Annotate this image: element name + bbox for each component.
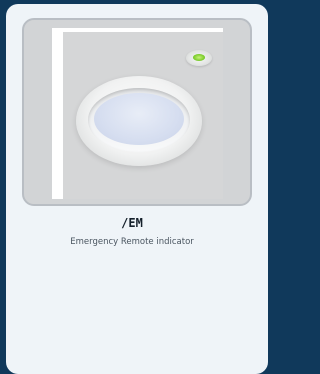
- green-indicator-led-icon: [186, 50, 212, 66]
- photo-edge-left: [52, 28, 63, 199]
- downlight-lamp-icon: [76, 76, 202, 166]
- product-description: Emergency Remote indicator: [70, 237, 194, 247]
- product-photo: [52, 28, 223, 199]
- product-card[interactable]: /EM Emergency Remote indicator: [6, 4, 268, 374]
- lamp-lens: [94, 93, 184, 145]
- photo-edge-top: [52, 28, 223, 32]
- product-code: /EM: [121, 216, 143, 230]
- product-image-frame: [22, 18, 252, 206]
- lamp-ring: [88, 88, 190, 152]
